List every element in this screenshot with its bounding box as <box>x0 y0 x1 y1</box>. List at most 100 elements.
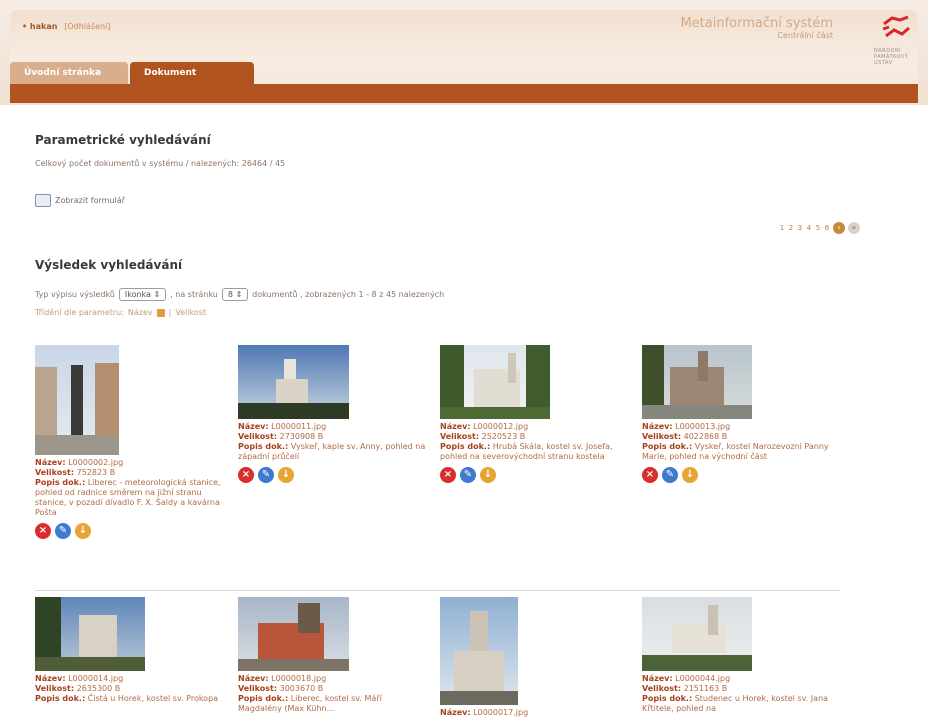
item-desc-row: Popis dok.: Liberec, kostel sv. Máří Mag… <box>238 694 428 714</box>
result-item: Název: L0000002.jpg Velikost: 752823 B P… <box>35 345 225 539</box>
item-desc-label: Popis dok.: <box>642 442 693 451</box>
next-page-icon[interactable]: › <box>833 222 845 234</box>
download-icon[interactable]: ↓ <box>75 523 91 539</box>
item-desc-label: Popis dok.: <box>35 694 86 703</box>
item-size-row: Velikost: 2635300 B <box>35 684 225 694</box>
item-name-label: Název: <box>238 422 269 431</box>
item-name-label: Název: <box>35 674 66 683</box>
item-size-row: Velikost: 2730908 B <box>238 432 428 442</box>
result-thumbnail[interactable] <box>642 597 752 671</box>
delete-icon[interactable]: × <box>440 467 456 483</box>
item-name: L0000013.jpg <box>675 422 731 431</box>
sort-by-size-link[interactable]: Velikost <box>175 308 206 317</box>
download-icon[interactable]: ↓ <box>278 467 294 483</box>
result-thumbnail[interactable] <box>642 345 752 419</box>
result-thumbnail[interactable] <box>440 345 550 419</box>
item-size: 2520523 B <box>481 432 526 441</box>
item-size-row: Velikost: 2151163 B <box>642 684 832 694</box>
item-size-label: Velikost: <box>642 684 682 693</box>
item-name: L0000002.jpg <box>68 458 124 467</box>
result-thumbnail[interactable] <box>238 345 349 419</box>
item-name-label: Název: <box>440 708 471 717</box>
page: • hakan [Odhlášení] Metainformační systé… <box>0 0 928 719</box>
sort-options: Třídění dle parametru: Název | Velikost <box>35 308 206 317</box>
last-page-icon[interactable]: » <box>848 222 860 234</box>
item-actions: × ✎ ↓ <box>440 467 630 483</box>
edit-icon[interactable]: ✎ <box>258 467 274 483</box>
tab-home[interactable]: Úvodní stránka <box>10 62 128 84</box>
page-link[interactable]: 5 <box>815 224 821 232</box>
tab-document[interactable]: Dokument <box>130 62 254 84</box>
item-size-label: Velikost: <box>238 684 278 693</box>
item-desc-row: Popis dok.: Čistá u Horek, kostel sv. Pr… <box>35 694 225 704</box>
item-size: 2151163 B <box>683 684 728 693</box>
item-name-row: Název: L0000002.jpg <box>35 458 225 468</box>
sort-label: Třídění dle parametru: <box>35 308 124 317</box>
item-size: 2635300 B <box>76 684 121 693</box>
item-size-row: Velikost: 4022868 B <box>642 432 832 442</box>
per-page-select[interactable]: 8 ⇕ <box>221 288 249 301</box>
listing-type-select[interactable]: Ikonka ⇕ <box>118 288 167 301</box>
item-desc-label: Popis dok.: <box>440 442 491 451</box>
per-page-value: 8 <box>227 290 233 299</box>
item-desc-label: Popis dok.: <box>238 442 289 451</box>
result-item: Název: L0000017.jpg <box>440 597 630 718</box>
item-size: 2730908 B <box>279 432 324 441</box>
item-name-label: Název: <box>642 422 673 431</box>
item-name-label: Název: <box>642 674 673 683</box>
result-item: Název: L0000013.jpg Velikost: 4022868 B … <box>642 345 832 483</box>
result-thumbnail[interactable] <box>35 597 145 671</box>
item-desc-label: Popis dok.: <box>642 694 693 703</box>
listing-type-label: Typ výpisu výsledků <box>35 290 115 299</box>
result-item: Název: L0000012.jpg Velikost: 2520523 B … <box>440 345 630 483</box>
user-info: • hakan [Odhlášení] <box>22 22 110 31</box>
sort-by-name-link[interactable]: Název <box>128 308 153 317</box>
search-result-heading: Výsledek vyhledávání <box>35 258 183 272</box>
item-actions: × ✎ ↓ <box>35 523 225 539</box>
show-form-link[interactable]: Zobrazit formulář <box>35 194 125 207</box>
item-name-label: Název: <box>35 458 66 467</box>
header: • hakan [Odhlášení] Metainformační systé… <box>0 0 928 105</box>
item-name-row: Název: L0000014.jpg <box>35 674 225 684</box>
page-link[interactable]: 6 <box>824 224 830 232</box>
system-title: Metainformační systém <box>680 16 833 31</box>
edit-icon[interactable]: ✎ <box>662 467 678 483</box>
item-size-row: Velikost: 3003670 B <box>238 684 428 694</box>
item-size: 3003670 B <box>279 684 324 693</box>
page-link[interactable]: 1 <box>779 224 785 232</box>
item-name: L0000018.jpg <box>271 674 327 683</box>
item-size-label: Velikost: <box>238 432 278 441</box>
item-name: L0000044.jpg <box>675 674 731 683</box>
item-name-row: Název: L0000018.jpg <box>238 674 428 684</box>
item-actions: × ✎ ↓ <box>238 467 428 483</box>
edit-icon[interactable]: ✎ <box>55 523 71 539</box>
item-name-label: Název: <box>238 674 269 683</box>
item-desc-row: Popis dok.: Studenec u Horek, kostel sv.… <box>642 694 832 714</box>
item-size-label: Velikost: <box>35 684 75 693</box>
delete-icon[interactable]: × <box>642 467 658 483</box>
page-link[interactable]: 4 <box>806 224 812 232</box>
document-count: Celkový počet dokumentů v systému / nale… <box>35 159 286 168</box>
logout-link[interactable]: [Odhlášení] <box>64 22 110 31</box>
download-icon[interactable]: ↓ <box>480 467 496 483</box>
item-size-label: Velikost: <box>642 432 682 441</box>
delete-icon[interactable]: × <box>238 467 254 483</box>
item-desc-row: Popis dok.: Hrubá Skála, kostel sv. Jose… <box>440 442 630 462</box>
download-icon[interactable]: ↓ <box>682 467 698 483</box>
sort-direction-icon[interactable] <box>156 308 165 317</box>
item-name-row: Název: L0000013.jpg <box>642 422 832 432</box>
item-name-row: Název: L0000011.jpg <box>238 422 428 432</box>
page-link[interactable]: 3 <box>797 224 803 232</box>
result-thumbnail[interactable] <box>440 597 518 705</box>
delete-icon[interactable]: × <box>35 523 51 539</box>
result-thumbnail[interactable] <box>238 597 349 671</box>
result-thumbnail[interactable] <box>35 345 119 455</box>
item-name-row: Název: L0000017.jpg <box>440 708 630 718</box>
page-link[interactable]: 2 <box>788 224 794 232</box>
npu-logo[interactable]: NÁRODNÍ PAMÁTKOVÝ ÚSTAV <box>868 10 924 80</box>
listing-summary: dokumentů , zobrazených 1 - 8 z 45 nalez… <box>252 290 445 299</box>
listing-options: Typ výpisu výsledků Ikonka ⇕ , na stránk… <box>35 288 444 301</box>
logo-mark-icon <box>882 15 910 38</box>
system-subtitle: Centrální část <box>777 31 833 40</box>
edit-icon[interactable]: ✎ <box>460 467 476 483</box>
